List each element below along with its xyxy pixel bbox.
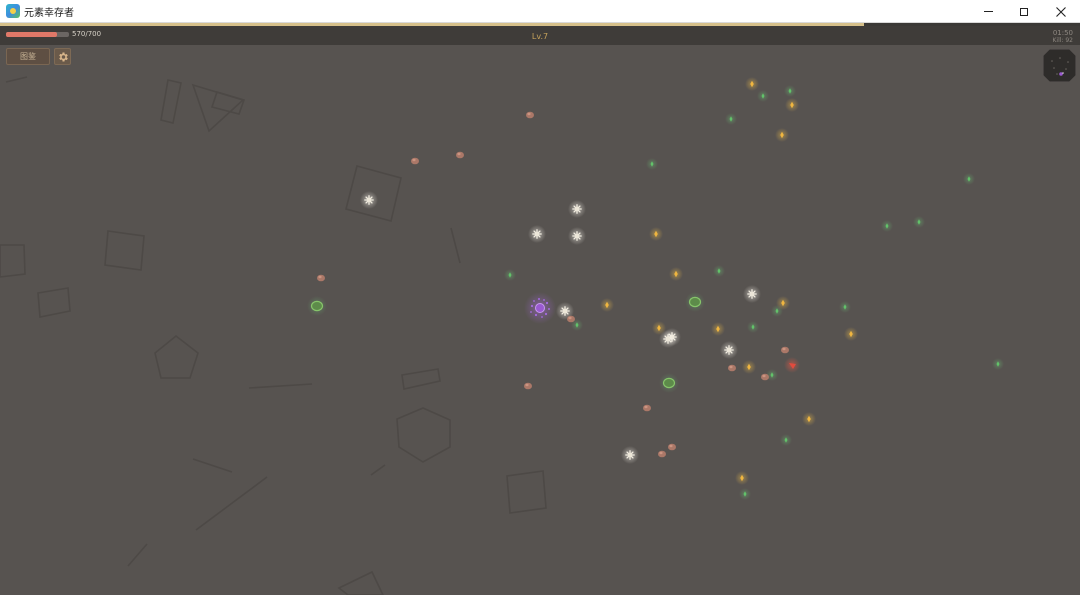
xp-gem-green [713,265,725,277]
bg-shape [192,458,233,473]
app-icon [6,4,20,18]
enemy-white-spore [720,341,738,359]
minimap-dots [1051,57,1069,76]
enemy-brown-blob [781,346,789,354]
enemy-white-spore [659,330,677,348]
window-title: 元素幸存者 [24,8,74,19]
bg-shape [195,476,268,531]
enemies-layer [307,111,800,464]
enemy-brown-blob [567,315,575,323]
xp-gem-green [913,216,925,228]
bg-shape [248,383,313,389]
xp-gem-green [881,220,893,232]
xp-gem-yellow [802,412,816,426]
enemy-brown-blob [728,364,736,372]
xp-gem-green [780,434,792,446]
enemy-brown-blob [456,151,464,159]
xp-gem-green [992,358,1004,370]
window-titlebar: 元素幸存者 [0,0,1080,23]
bg-shape [154,334,199,379]
xp-gem-green [739,488,751,500]
bg-shape [104,230,145,271]
xp-gem-yellow [711,322,725,336]
settings-button[interactable] [54,48,71,65]
xp-gem-yellow [785,98,799,112]
xp-gem-green [784,85,796,97]
minimap [1043,49,1076,82]
hud-top-bar: 570/700 Lv.7 01:50 Kill: 92 [0,26,1080,45]
game-timer: 01:50 [1052,29,1073,37]
xp-gem-yellow [745,77,759,91]
bg-shape [37,287,71,318]
xp-gem-green [646,158,658,170]
bg-shape [370,464,386,476]
bg-shape [401,368,441,390]
enemy-white-spore [360,191,378,209]
enemy-brown-blob [658,450,666,458]
enemy-white-spore [621,446,639,464]
xp-gem-yellow [844,327,858,341]
bg-shape [0,244,26,278]
xp-gem-yellow [669,267,683,281]
enemy-brown-blob [524,382,532,390]
maximize-button[interactable] [1005,0,1043,23]
xp-gem-green [725,113,737,125]
enemy-white-spore [743,285,761,303]
enemy-green-slime [685,292,705,312]
close-icon [1056,6,1066,17]
xp-gem-green [757,90,769,102]
xp-gem-yellow [600,298,614,312]
background-decorations [0,76,547,595]
bg-shape [396,407,451,463]
xp-gem-green [839,301,851,313]
enemy-brown-blob [761,373,769,381]
enemy-brown-blob [668,443,676,451]
minimize-button[interactable] [969,0,1007,23]
xp-gem-green [747,321,759,333]
enemy-white-spore [528,225,546,243]
enemy-brown-blob [317,274,325,282]
xp-gem-green [963,173,975,185]
kill-counter: Kill: 92 [1052,37,1074,44]
codex-button[interactable]: 图鉴 [6,48,50,65]
enemy-green-slime [307,296,327,316]
enemy-red-fire [784,357,800,373]
bg-shape [506,470,547,514]
enemy-green-slime [659,373,679,393]
gear-icon [58,52,68,61]
bg-shape [450,227,461,264]
bg-shape [127,543,148,567]
enemy-brown-blob [643,404,651,412]
enemy-brown-blob [411,157,419,165]
close-button[interactable] [1042,0,1080,23]
game-field [0,76,1004,595]
xp-gem-yellow [649,227,663,241]
bg-shape [337,570,384,595]
xp-gem-yellow [735,471,749,485]
enemy-brown-blob [526,111,534,119]
maximize-icon [1020,7,1028,16]
xp-gem-yellow [775,128,789,142]
xp-gem-green [771,305,783,317]
xp-gem-green [504,269,516,281]
player-character [524,292,556,324]
game-viewport[interactable]: 570/700 Lv.7 01:50 Kill: 92 图鉴 [0,23,1080,595]
enemy-white-spore [568,227,586,245]
level-indicator: Lv.7 [531,32,549,41]
minimize-icon [983,11,993,12]
bg-shape [160,79,182,124]
bg-shape [5,76,28,83]
xp-gem-yellow [742,360,756,374]
enemy-white-spore [568,200,586,218]
